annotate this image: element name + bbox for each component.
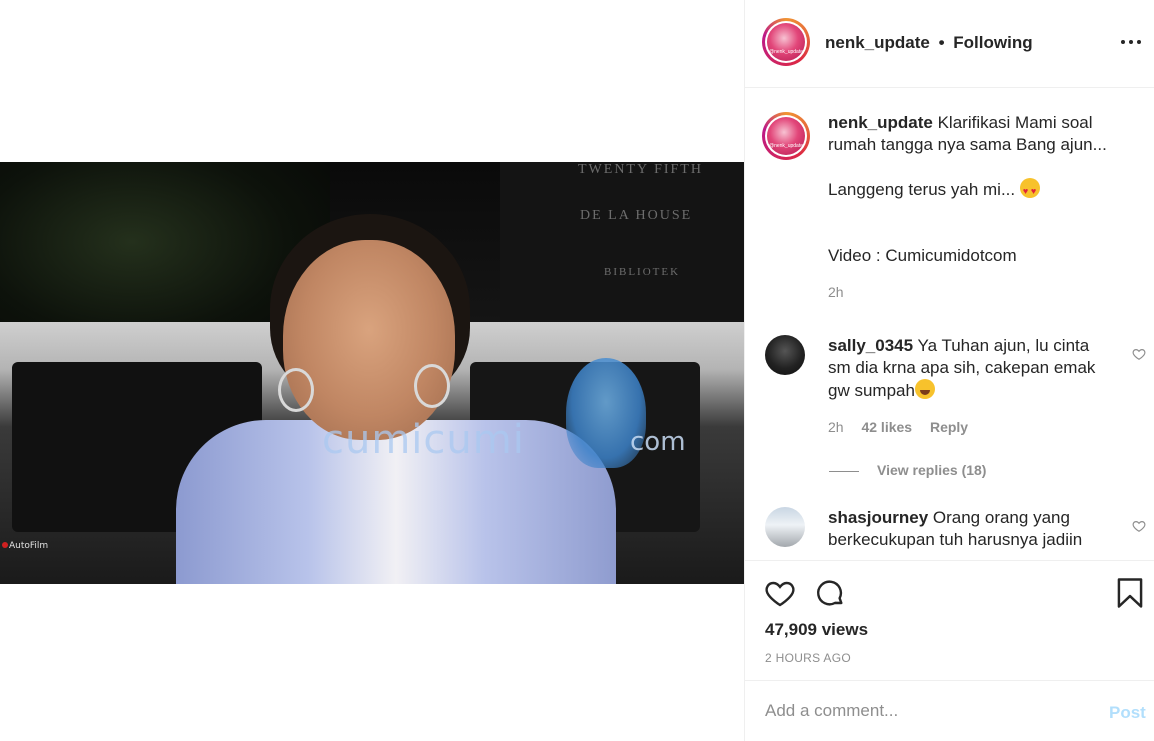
comment-likes[interactable]: 42 likes: [861, 419, 912, 435]
sign-text-line-3: BIBLIOTEK: [604, 266, 681, 278]
comment-text-block: shasjourney Orang orang yang berkecukupa…: [828, 507, 1098, 551]
video-watermark-suffix: com: [630, 427, 686, 457]
caption-first-paragraph: nenk_update Klarifikasi Mami soal rumah …: [828, 112, 1120, 156]
avatar-image: @nenk_update: [767, 23, 805, 61]
view-replies-button[interactable]: View replies (18): [829, 462, 986, 478]
comment-avatar[interactable]: [765, 335, 805, 375]
comment-input[interactable]: [765, 699, 1085, 723]
comment-like-heart-icon[interactable]: [1132, 519, 1146, 533]
caption-username[interactable]: nenk_update: [828, 113, 933, 132]
header-avatar[interactable]: @nenk_update: [762, 18, 810, 66]
caption-timestamp[interactable]: 2h: [828, 281, 1120, 303]
video-watermark: cumicumi: [322, 417, 525, 463]
heart-eyes-emoji-icon: [1019, 178, 1040, 202]
header-username[interactable]: nenk_update: [825, 33, 930, 52]
video-player[interactable]: TWENTY FIFTH DE LA HOUSE BIBLIOTEK cumic…: [0, 162, 744, 584]
comment-meta: 2h 42 likes Reply: [828, 419, 982, 435]
header-separator: •: [938, 33, 945, 52]
header-user-line: nenk_update • Following: [825, 33, 1033, 53]
comment-reply-button[interactable]: Reply: [930, 419, 968, 435]
comment-bubble-icon[interactable]: [814, 577, 846, 609]
laughing-tears-emoji-icon: [914, 379, 935, 399]
comment-username[interactable]: sally_0345: [828, 336, 913, 355]
earring-left: [278, 368, 314, 412]
caption-second-paragraph: Langgeng terus yah mi...: [828, 178, 1120, 202]
video-brand-label: AutoFilm: [9, 541, 49, 551]
comments-scroll-area[interactable]: @nenk_update nenk_update Klarifikasi Mam…: [745, 88, 1154, 560]
comment-username[interactable]: shasjourney: [828, 508, 928, 527]
post-timestamp[interactable]: 2 HOURS AGO: [765, 651, 851, 665]
following-button[interactable]: Following: [953, 33, 1032, 52]
post-actions: 47,909 views 2 HOURS AGO: [745, 560, 1154, 680]
view-replies-label: View replies (18): [877, 462, 987, 478]
post-comment-button[interactable]: Post: [1109, 703, 1146, 723]
record-dot-icon: [2, 542, 8, 548]
view-count[interactable]: 47,909 views: [765, 620, 868, 640]
sign-text-line-1: TWENTY FIFTH: [578, 162, 703, 177]
earring-right: [414, 364, 450, 408]
comment-text-block: sally_0345 Ya Tuhan ajun, lu cinta sm di…: [828, 335, 1098, 402]
post-media-area: TWENTY FIFTH DE LA HOUSE BIBLIOTEK cumic…: [0, 0, 744, 741]
bookmark-icon[interactable]: [1115, 577, 1145, 609]
sign-text-line-2: DE LA HOUSE: [580, 208, 693, 223]
comment-like-heart-icon[interactable]: [1132, 347, 1146, 361]
add-comment-bar: Post: [745, 680, 1154, 741]
heart-icon[interactable]: [764, 577, 796, 609]
post-header: @nenk_update nenk_update • Following: [745, 0, 1154, 88]
replies-divider: [829, 470, 859, 472]
comment-avatar[interactable]: [765, 507, 805, 547]
caption-line-2: Langgeng terus yah mi...: [828, 180, 1020, 199]
comment-time[interactable]: 2h: [828, 419, 844, 435]
more-horizontal-icon[interactable]: [1121, 34, 1143, 50]
video-brand-tag: AutoFilm: [2, 541, 48, 551]
person-face: [283, 240, 455, 440]
caption-text-block: nenk_update Klarifikasi Mami soal rumah …: [828, 112, 1120, 303]
avatar-image: @nenk_update: [767, 117, 805, 155]
post-side-panel: @nenk_update nenk_update • Following @ne…: [744, 0, 1154, 741]
caption-credit: Video : Cumicumidotcom: [828, 246, 1017, 265]
caption-avatar[interactable]: @nenk_update: [762, 112, 810, 160]
